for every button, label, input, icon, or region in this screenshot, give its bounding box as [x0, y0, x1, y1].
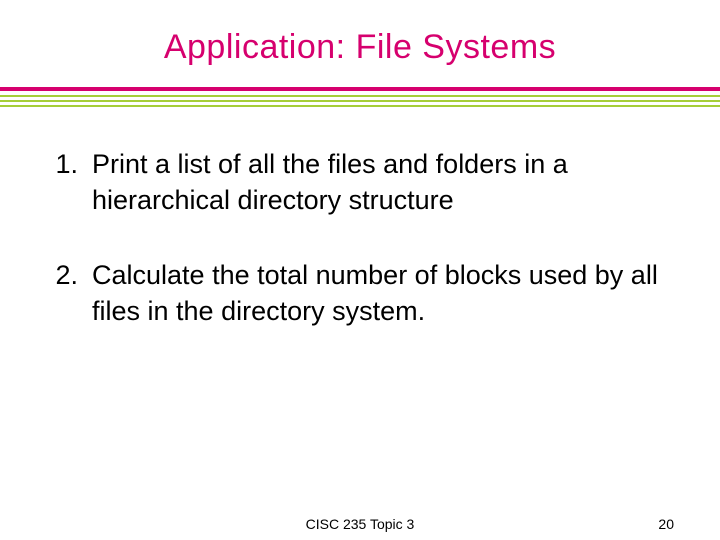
list-text: Calculate the total number of blocks use…: [92, 258, 674, 329]
list-text: Print a list of all the files and folder…: [92, 147, 674, 218]
list-item: 1. Print a list of all the files and fol…: [46, 147, 674, 218]
slide-title: Application: File Systems: [40, 28, 680, 67]
list-number: 1.: [46, 147, 92, 218]
slide-content: 1. Print a list of all the files and fol…: [40, 147, 680, 330]
slide: Application: File Systems 1. Print a lis…: [0, 0, 720, 540]
list-item: 2. Calculate the total number of blocks …: [46, 258, 674, 329]
footer-course: CISC 235 Topic 3: [306, 516, 415, 532]
list-number: 2.: [46, 258, 92, 329]
title-underline: [0, 87, 720, 107]
footer-page-number: 20: [658, 516, 674, 532]
